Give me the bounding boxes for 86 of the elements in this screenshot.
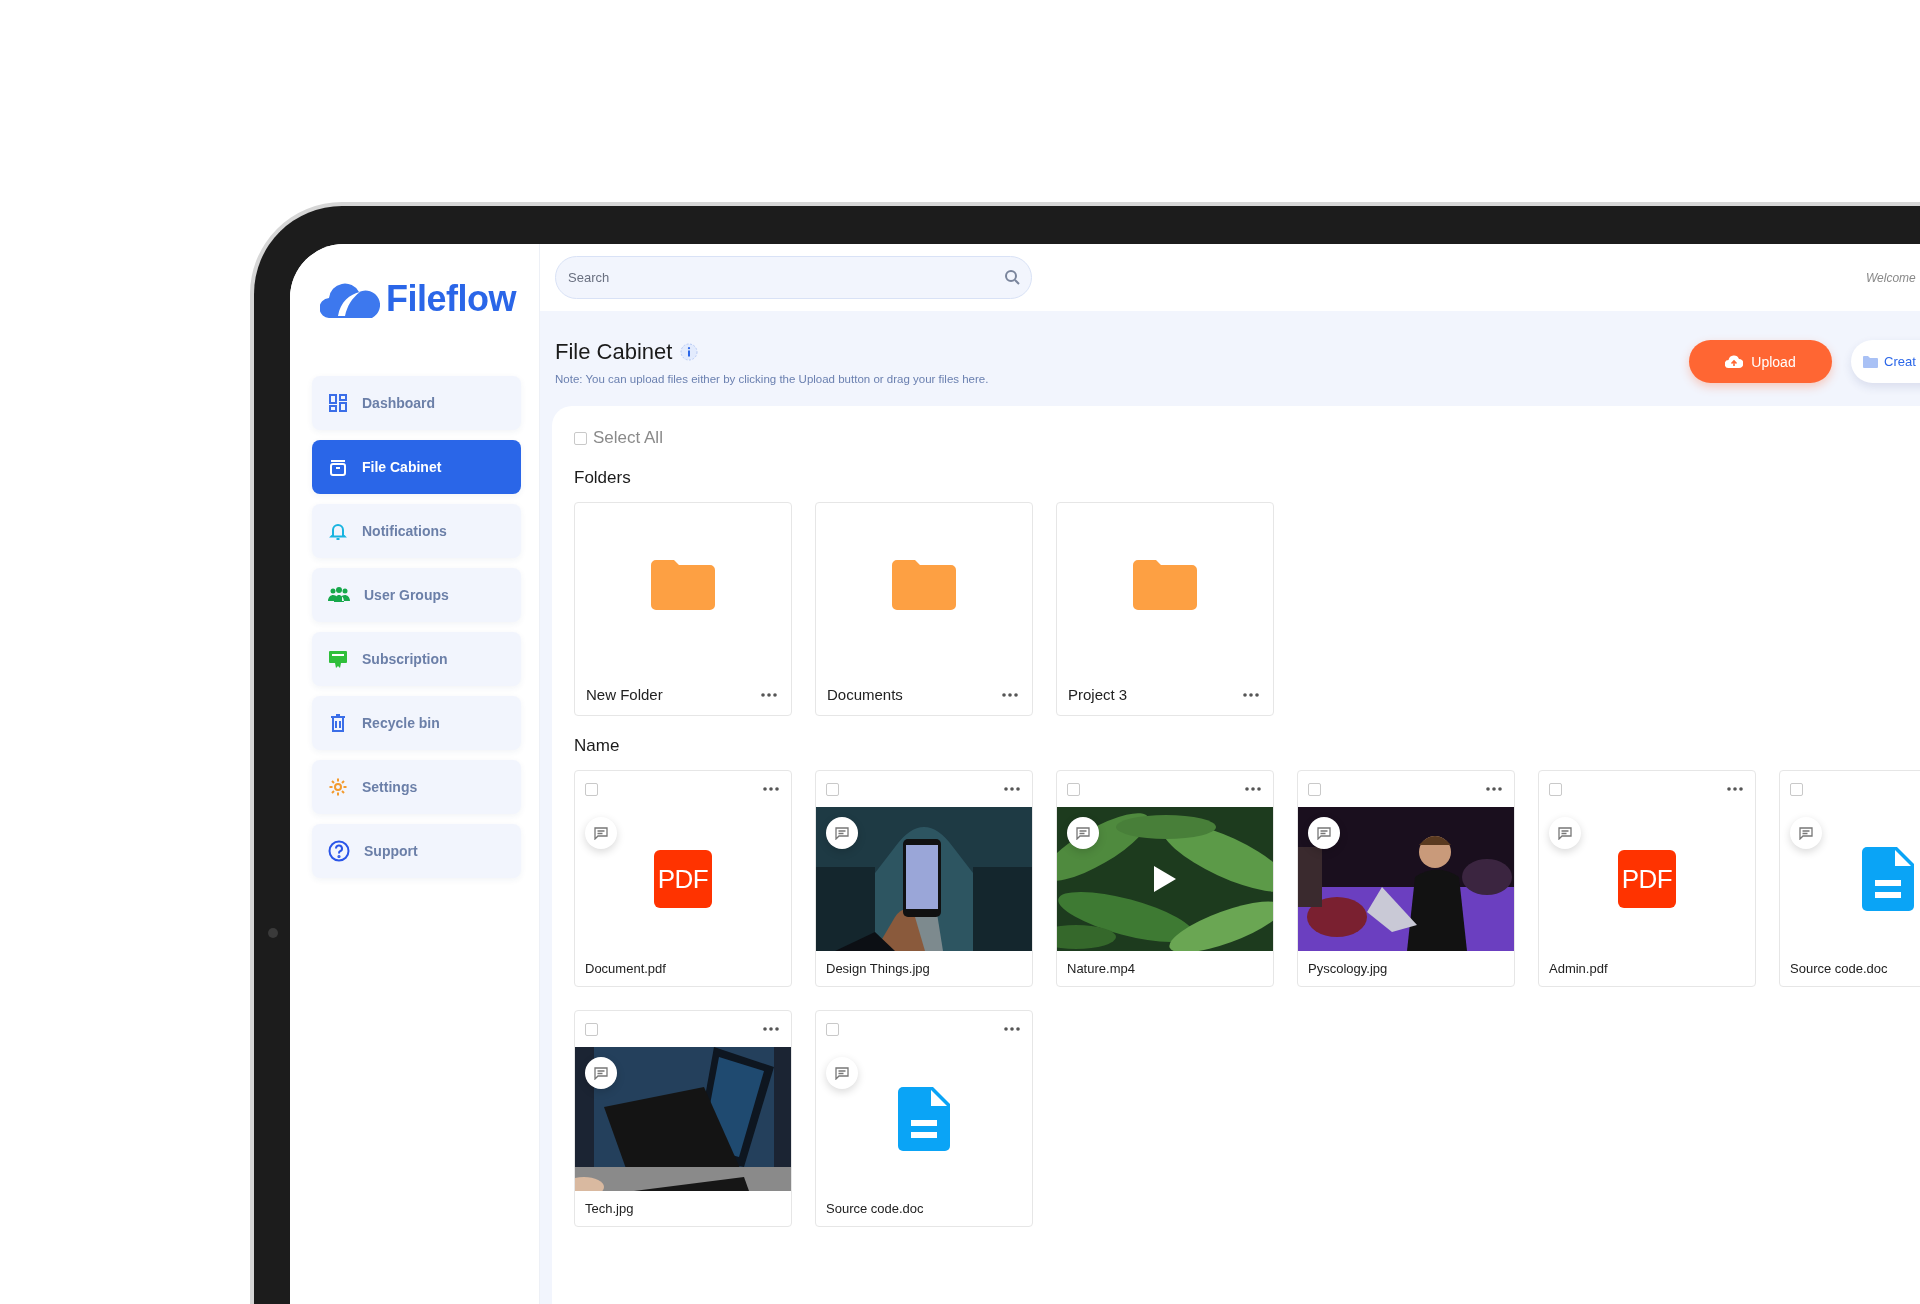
speech-bubble-icon [1799, 826, 1813, 840]
checkbox[interactable] [1549, 782, 1562, 796]
sidebar-item[interactable]: Notifications [312, 504, 521, 558]
speech-bubble-icon [594, 1066, 608, 1080]
section-heading: Folders [574, 468, 632, 488]
sidebar-item[interactable]: Settings [312, 760, 521, 814]
speech-bubble-icon [1076, 826, 1090, 840]
document-icon [898, 1087, 950, 1151]
file-name: Source code.doc [1789, 960, 1889, 976]
more-icon[interactable] [1002, 692, 1018, 697]
sidebar-item[interactable]: Subscription [312, 632, 521, 686]
folder-card[interactable]: Project 3 [1056, 502, 1274, 716]
upload-note: Note: You can upload files either by clicking the Upload button or drag your files here. [555, 372, 990, 385]
more-icon[interactable] [1727, 787, 1743, 791]
speech-bubble-icon [1317, 826, 1331, 840]
pdf-icon: PDF [654, 850, 712, 908]
file-name: Document.pdf [584, 960, 667, 976]
file-card[interactable]: Source code.doc [815, 1010, 1033, 1227]
folder-name: New Folder [586, 686, 663, 703]
search-field[interactable]: Search [555, 256, 1032, 299]
document-icon [1862, 847, 1914, 911]
select-all-label: Select All [593, 428, 663, 448]
file-card[interactable]: Design Things.jpg [815, 770, 1033, 987]
page-title: File Cabinet [555, 338, 673, 365]
checkbox[interactable] [1067, 782, 1080, 796]
welcome-text: Welcome [1866, 270, 1916, 285]
file-card[interactable]: PDF Document.pdf [574, 770, 792, 987]
checkbox[interactable] [1308, 782, 1321, 796]
file-name: Nature.mp4 [1066, 960, 1136, 976]
checkbox[interactable] [574, 431, 587, 445]
file-name: Design Things.jpg [825, 960, 931, 976]
file-name: Admin.pdf [1548, 960, 1609, 976]
folder-name: Project 3 [1068, 686, 1128, 703]
info-icon[interactable] [680, 342, 699, 361]
checkbox[interactable] [826, 782, 839, 796]
speech-bubble-icon [835, 826, 849, 840]
folder-card[interactable]: Documents [815, 502, 1033, 716]
file-card[interactable]: Tech.jpg [574, 1010, 792, 1227]
file-name: Tech.jpg [584, 1200, 635, 1216]
folder-icon [1863, 355, 1878, 368]
more-icon[interactable] [1245, 787, 1261, 791]
folder-name: Documents [827, 686, 903, 703]
speech-bubble-icon [835, 1066, 849, 1080]
file-card[interactable]: Pyscology.jpg [1297, 770, 1515, 987]
more-icon[interactable] [763, 787, 779, 791]
sidebar-item[interactable]: File Cabinet [312, 440, 521, 494]
logo-text: Fileflow [386, 278, 516, 320]
checkbox[interactable] [585, 1022, 598, 1036]
more-icon[interactable] [1243, 692, 1259, 697]
more-icon[interactable] [1004, 787, 1020, 791]
cloud-upload-icon [1725, 355, 1744, 368]
file-card[interactable]: Source code.doc [1779, 770, 1920, 987]
checkbox[interactable] [1790, 782, 1803, 796]
section-heading: Name [574, 736, 621, 756]
monitor-icon [328, 649, 348, 669]
bell-icon [328, 521, 348, 541]
checkbox[interactable] [826, 1022, 839, 1036]
trash-icon [328, 713, 348, 733]
file-card[interactable]: Nature.mp4 [1056, 770, 1274, 987]
more-icon[interactable] [761, 692, 777, 697]
speech-bubble-icon [594, 826, 608, 840]
create-button[interactable]: Creat [1851, 340, 1920, 383]
users-icon [328, 586, 350, 604]
sidebar-item[interactable]: User Groups [312, 568, 521, 622]
pdf-icon: PDF [1618, 850, 1676, 908]
folder-card[interactable]: New Folder [574, 502, 792, 716]
speech-bubble-icon [1558, 826, 1572, 840]
camera-dot [268, 928, 278, 938]
folder-icon [1133, 560, 1197, 610]
more-icon[interactable] [1004, 1027, 1020, 1031]
dashboard-icon [328, 393, 348, 413]
more-icon[interactable] [763, 1027, 779, 1031]
file-card[interactable]: PDF Admin.pdf [1538, 770, 1756, 987]
file-name: Pyscology.jpg [1307, 960, 1389, 976]
checkbox[interactable] [585, 782, 598, 796]
sidebar-item[interactable]: Dashboard [312, 376, 521, 430]
play-icon[interactable] [1154, 866, 1176, 892]
sidebar-item[interactable]: Recycle bin [312, 696, 521, 750]
search-icon [1004, 269, 1020, 285]
help-icon [328, 840, 350, 862]
sidebar-item[interactable]: Support [312, 824, 521, 878]
file-name: Source code.doc [825, 1200, 925, 1216]
more-icon[interactable] [1486, 787, 1502, 791]
folder-icon [651, 560, 715, 610]
cabinet-icon [328, 457, 348, 477]
folder-icon [892, 560, 956, 610]
